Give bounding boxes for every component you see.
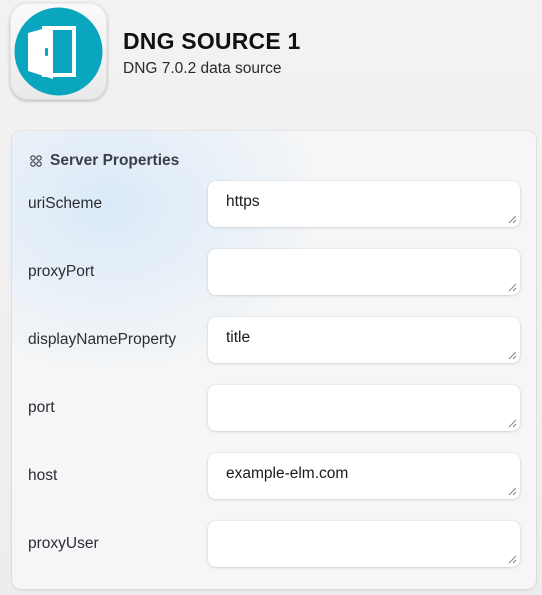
field-label: host xyxy=(28,467,58,484)
section-title: Server Properties xyxy=(50,152,180,169)
app-icon xyxy=(10,3,107,100)
urischeme-input[interactable]: https xyxy=(208,181,520,227)
field-row-proxyport: proxyPort xyxy=(12,249,536,295)
page-subtitle: DNG 7.0.2 data source xyxy=(123,60,282,77)
field-label: proxyUser xyxy=(28,535,99,552)
field-row-displaynameproperty: displayNameProperty title xyxy=(12,317,536,363)
server-properties-panel: Server Properties uriScheme https proxyP… xyxy=(12,131,536,589)
displaynameproperty-input[interactable]: title xyxy=(208,317,520,363)
proxyuser-input[interactable] xyxy=(208,521,520,567)
resize-handle-icon[interactable] xyxy=(508,215,517,224)
resize-handle-icon[interactable] xyxy=(508,487,517,496)
field-row-proxyuser: proxyUser xyxy=(12,521,536,567)
field-value: https xyxy=(226,193,260,210)
header: DNG SOURCE 1 DNG 7.0.2 data source xyxy=(0,0,542,120)
page-title: DNG SOURCE 1 xyxy=(123,28,301,54)
field-row-host: host example-elm.com xyxy=(12,453,536,499)
field-label: proxyPort xyxy=(28,263,95,280)
open-door-icon xyxy=(14,7,103,96)
proxyport-input[interactable] xyxy=(208,249,520,295)
field-label: uriScheme xyxy=(28,195,103,212)
resize-handle-icon[interactable] xyxy=(508,351,517,360)
grid-icon xyxy=(30,155,42,167)
field-label: displayNameProperty xyxy=(28,331,177,348)
resize-handle-icon[interactable] xyxy=(508,283,517,292)
resize-handle-icon[interactable] xyxy=(508,419,517,428)
section-header: Server Properties xyxy=(30,152,179,170)
host-input[interactable]: example-elm.com xyxy=(208,453,520,499)
field-label: port xyxy=(28,399,55,416)
field-row-port: port xyxy=(12,385,536,431)
field-row-urischeme: uriScheme https xyxy=(12,181,536,227)
port-input[interactable] xyxy=(208,385,520,431)
field-value: example-elm.com xyxy=(226,465,349,482)
field-value: title xyxy=(226,329,251,346)
resize-handle-icon[interactable] xyxy=(508,555,517,564)
